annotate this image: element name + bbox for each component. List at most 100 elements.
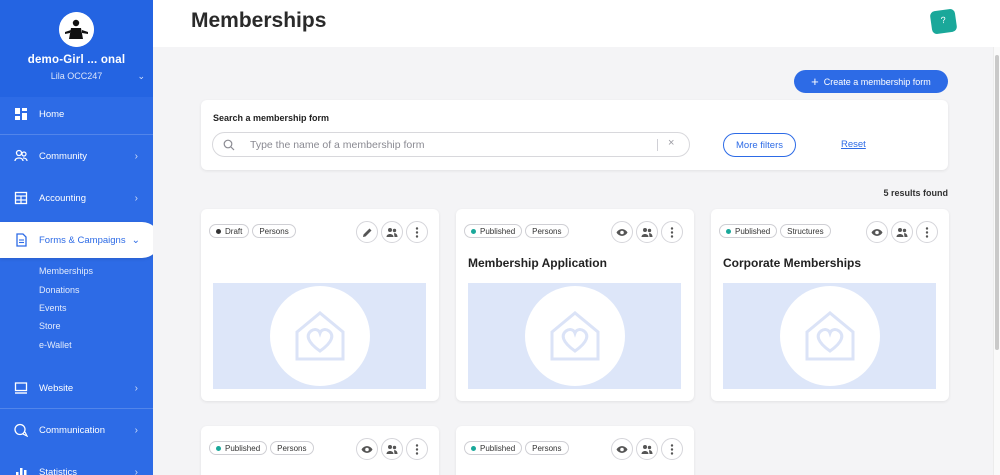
members-button[interactable] bbox=[636, 438, 658, 460]
preview-button[interactable] bbox=[611, 438, 633, 460]
scrollbar-thumb[interactable] bbox=[995, 55, 999, 350]
more-options-button[interactable] bbox=[661, 438, 683, 460]
divider bbox=[0, 134, 153, 135]
sidebar-subitem-ewallet[interactable]: e-Wallet bbox=[39, 340, 72, 350]
sidebar-item-website[interactable]: Website › bbox=[0, 370, 153, 406]
sidebar-item-community[interactable]: Community › bbox=[0, 138, 153, 174]
card-placeholder-image bbox=[468, 283, 681, 389]
sidebar-subitem-events[interactable]: Events bbox=[39, 303, 67, 313]
sidebar-item-label: Website bbox=[39, 382, 74, 394]
sidebar-item-statistics[interactable]: Statistics › bbox=[0, 454, 153, 475]
more-vertical-icon bbox=[670, 443, 674, 455]
more-filters-button[interactable]: More filters bbox=[723, 133, 796, 157]
chevron-down-icon[interactable]: ⌄ bbox=[137, 71, 145, 82]
sidebar-item-label: Communication bbox=[39, 424, 105, 436]
edit-button[interactable] bbox=[356, 221, 378, 243]
sidebar-subitem-store[interactable]: Store bbox=[39, 321, 61, 331]
divider bbox=[0, 408, 153, 409]
status-dot bbox=[726, 228, 731, 234]
sidebar-item-label: Forms & Campaigns bbox=[39, 234, 126, 246]
divider bbox=[657, 139, 658, 151]
members-button[interactable] bbox=[891, 221, 913, 243]
search-icon bbox=[223, 139, 235, 151]
more-options-button[interactable] bbox=[661, 221, 683, 243]
status-badge: Published bbox=[209, 441, 268, 455]
users-icon bbox=[386, 227, 398, 237]
members-button[interactable] bbox=[381, 221, 403, 243]
organization-subtitle: Lila OCC247 bbox=[50, 71, 103, 81]
status-label: Published bbox=[225, 443, 261, 453]
preview-button[interactable] bbox=[866, 221, 888, 243]
sidebar: demo-Girl ... onal Lila OCC247 ⌄ Home Co… bbox=[0, 0, 153, 475]
status-badge: Draft bbox=[209, 224, 250, 238]
type-badge: Persons bbox=[270, 441, 314, 455]
users-icon bbox=[641, 227, 653, 237]
plus-icon: + bbox=[811, 73, 819, 89]
sidebar-item-label: Home bbox=[39, 108, 65, 120]
chevron-right-icon: › bbox=[134, 466, 138, 475]
type-badge: Persons bbox=[252, 224, 296, 238]
chat-icon bbox=[14, 423, 28, 437]
membership-card[interactable]: Published Structures Corporate Membershi… bbox=[711, 209, 949, 401]
sidebar-subitem-donations[interactable]: Donations bbox=[39, 285, 80, 295]
monitor-icon bbox=[14, 382, 28, 394]
users-icon bbox=[386, 444, 398, 454]
sidebar-item-communication[interactable]: Communication › bbox=[0, 412, 153, 448]
more-options-button[interactable] bbox=[406, 438, 428, 460]
eye-icon bbox=[871, 228, 883, 236]
chevron-right-icon: › bbox=[134, 382, 138, 394]
top-header: Memberships ? bbox=[153, 0, 1000, 47]
sidebar-item-label: Statistics bbox=[39, 466, 78, 475]
search-label: Search a membership form bbox=[213, 113, 330, 123]
sidebar-subitem-memberships[interactable]: Memberships bbox=[39, 266, 93, 276]
sidebar-item-label: Community bbox=[39, 150, 88, 162]
create-membership-form-button[interactable]: + Create a membership form bbox=[794, 70, 948, 93]
membership-card[interactable]: Published Persons bbox=[201, 426, 439, 475]
status-dot bbox=[471, 445, 476, 451]
status-dot bbox=[471, 228, 476, 234]
users-icon bbox=[14, 149, 28, 162]
status-badge: Published bbox=[719, 224, 778, 238]
organization-switcher[interactable]: demo-Girl ... onal Lila OCC247 ⌄ bbox=[0, 0, 153, 97]
sidebar-item-accounting[interactable]: Accounting › bbox=[0, 180, 153, 216]
sidebar-item-forms-campaigns[interactable]: Forms & Campaigns ⌄ bbox=[0, 222, 153, 258]
type-badge: Structures bbox=[780, 224, 831, 238]
scrollbar[interactable] bbox=[993, 47, 1000, 475]
more-options-button[interactable] bbox=[406, 221, 428, 243]
calculator-icon bbox=[14, 191, 28, 205]
card-title: Membership Application bbox=[468, 256, 607, 270]
dashboard-icon bbox=[15, 108, 27, 120]
card-title: Corporate Memberships bbox=[723, 256, 862, 270]
organization-name: demo-Girl ... onal bbox=[27, 54, 126, 66]
results-count: 5 results found bbox=[883, 188, 948, 198]
members-button[interactable] bbox=[381, 438, 403, 460]
preview-button[interactable] bbox=[611, 221, 633, 243]
search-input[interactable] bbox=[250, 137, 640, 153]
sidebar-item-home[interactable]: Home bbox=[0, 96, 153, 132]
document-icon bbox=[16, 233, 27, 247]
preview-button[interactable] bbox=[356, 438, 378, 460]
house-heart-icon bbox=[295, 311, 345, 361]
clear-icon[interactable]: × bbox=[668, 137, 674, 149]
card-placeholder-image bbox=[213, 283, 426, 389]
more-options-button[interactable] bbox=[916, 221, 938, 243]
status-label: Draft bbox=[225, 226, 243, 236]
card-placeholder-image bbox=[723, 283, 936, 389]
help-button[interactable]: ? bbox=[929, 8, 958, 35]
status-badge: Published bbox=[464, 441, 523, 455]
more-vertical-icon bbox=[670, 226, 674, 238]
status-dot bbox=[216, 445, 221, 451]
status-label: Published bbox=[735, 226, 771, 236]
membership-card[interactable]: Published Persons bbox=[456, 426, 694, 475]
eye-icon bbox=[616, 228, 628, 236]
users-icon bbox=[641, 444, 653, 454]
members-button[interactable] bbox=[636, 221, 658, 243]
membership-card[interactable]: Draft Persons bbox=[201, 209, 439, 401]
eye-icon bbox=[361, 445, 373, 453]
search-box[interactable]: × bbox=[212, 132, 690, 157]
membership-card[interactable]: Published Persons Membership Application bbox=[456, 209, 694, 401]
reset-link[interactable]: Reset bbox=[841, 139, 866, 150]
eye-icon bbox=[616, 445, 628, 453]
sidebar-item-label: Accounting bbox=[39, 192, 87, 204]
status-badge: Published bbox=[464, 224, 523, 238]
